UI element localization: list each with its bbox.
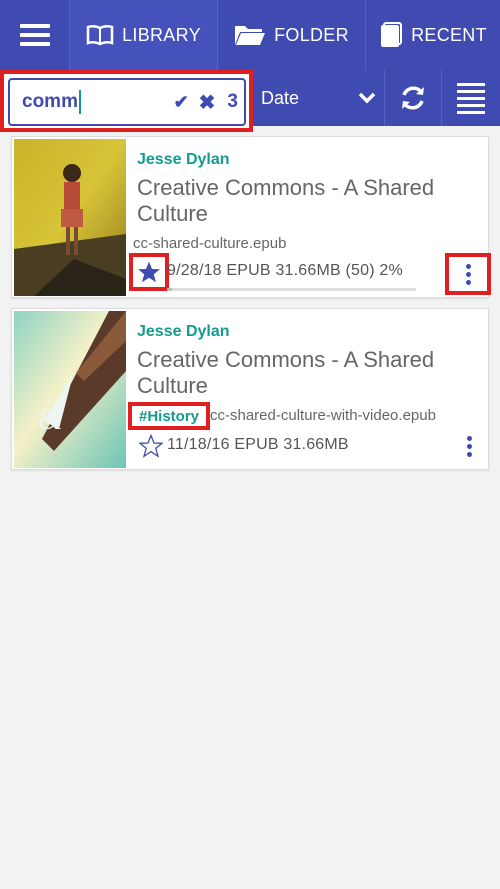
document-icon: [381, 22, 403, 47]
chevron-down-icon: [358, 92, 376, 104]
book-card[interactable]: Jesse Dylan Creative Commons - A Shared …: [11, 136, 491, 298]
svg-text:&: &: [38, 403, 61, 436]
text-caret: [78, 90, 81, 114]
tab-library[interactable]: LIBRARY: [70, 0, 218, 70]
list-view-button[interactable]: [442, 70, 499, 126]
search-text: comm: [22, 91, 78, 112]
reading-progress-fill: [167, 288, 172, 291]
menu-button[interactable]: [0, 0, 70, 70]
book-meta: 9/28/18 EPUB 31.66MB (50) 2%: [167, 262, 403, 279]
star-filled-icon: [138, 261, 160, 283]
tab-recent[interactable]: RECENT: [366, 0, 500, 70]
sort-select-value: Date: [261, 87, 300, 108]
book-cover: &: [14, 311, 126, 468]
search-input[interactable]: comm ✔ ✖ 3: [8, 78, 246, 126]
list-view-icon: [456, 79, 485, 118]
tab-library-label: LIBRARY: [122, 24, 201, 45]
book-menu-button[interactable]: [445, 253, 491, 295]
book-author: Jesse Dylan: [137, 151, 230, 168]
star-outline-icon: [138, 433, 164, 458]
refresh-button[interactable]: [385, 70, 442, 126]
clear-search-icon[interactable]: ✖: [199, 90, 216, 115]
tag-label: #History: [138, 407, 200, 425]
book-title[interactable]: Creative Commons - A Shared Culture: [137, 175, 467, 227]
top-nav: LIBRARY FOLDER RECENT: [0, 0, 500, 70]
tag-chip[interactable]: #History: [128, 402, 210, 430]
book-meta: 11/18/16 EPUB 31.66MB: [167, 436, 349, 453]
search-actions: ✔ ✖ 3: [174, 80, 238, 124]
book-filename: cc-shared-culture.epub: [133, 235, 287, 252]
refresh-icon: [402, 86, 424, 110]
sort-bar: Date: [253, 70, 500, 126]
book-cover: [14, 139, 126, 296]
more-vertical-icon: [465, 261, 471, 288]
search-highlight: comm ✔ ✖ 3: [0, 70, 253, 132]
confirm-check-icon[interactable]: ✔: [174, 92, 189, 113]
book-card[interactable]: & Jesse Dylan Creative Commons - A Share…: [11, 308, 489, 470]
book-title[interactable]: Creative Commons - A Shared Culture: [137, 347, 467, 399]
reading-progress-bar: [167, 288, 416, 291]
book-menu-button[interactable]: [467, 433, 472, 460]
book-filename: cc-shared-culture-with-video.epub: [210, 407, 436, 424]
favorite-button[interactable]: [129, 253, 169, 291]
search-result-count: 3: [227, 91, 238, 112]
tab-recent-label: RECENT: [411, 24, 487, 45]
folder-icon: [235, 26, 266, 45]
tab-folder[interactable]: FOLDER: [218, 0, 366, 70]
favorite-button[interactable]: [138, 433, 164, 463]
more-vertical-icon: [467, 436, 472, 457]
book-author: Jesse Dylan: [137, 323, 230, 340]
book-icon: [86, 24, 114, 46]
hamburger-icon: [19, 19, 50, 51]
toolbar: comm ✔ ✖ 3 Date: [0, 70, 500, 132]
sort-select[interactable]: Date: [253, 70, 385, 126]
tab-folder-label: FOLDER: [274, 24, 349, 45]
